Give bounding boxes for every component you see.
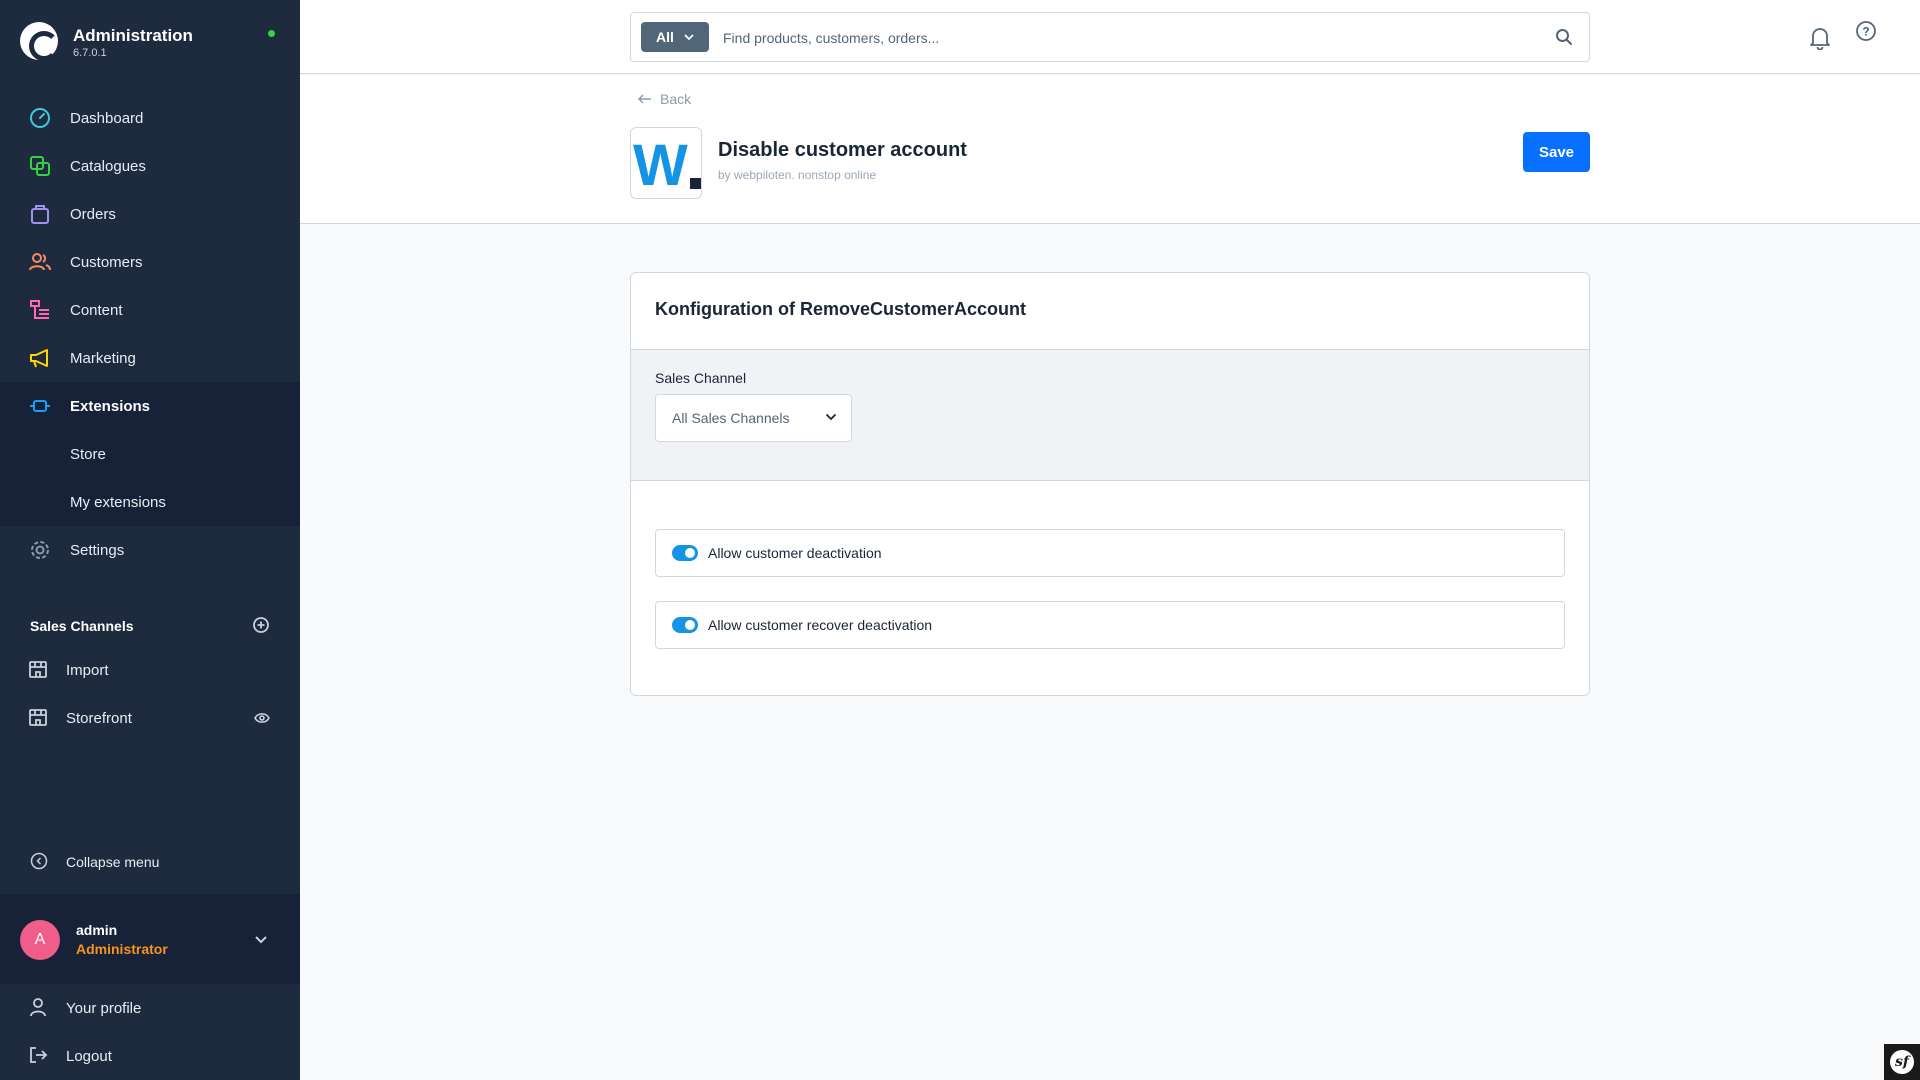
nav-item-dashboard[interactable]: Dashboard [0, 94, 300, 142]
nav-label: Extensions [70, 397, 151, 415]
allow-recover-toggle[interactable] [672, 617, 698, 633]
nav-label: Store [70, 445, 106, 463]
config-title: Konfiguration of RemoveCustomerAccount [655, 299, 1027, 319]
content-icon [28, 298, 52, 322]
storefront-icon [28, 707, 50, 729]
plugin-logo-dot [690, 178, 701, 189]
brand: Administration 6.7.0.1 [20, 20, 280, 68]
sales-channel-label: Sales Channel [655, 370, 747, 386]
back-label: Back [660, 91, 692, 107]
symfony-icon: sf [1890, 1050, 1914, 1074]
nav-item-content[interactable]: Content [0, 286, 300, 334]
plugin-logo: W [630, 127, 702, 199]
sales-channel-select[interactable]: All Sales Channels [655, 394, 852, 442]
global-search: All [630, 12, 1590, 62]
chevron-down-icon[interactable] [254, 932, 268, 950]
nav-label: Customers [70, 253, 143, 271]
nav-item-my-extensions[interactable]: My extensions [0, 478, 300, 526]
page-header: Back W Disable customer account by webpi… [300, 75, 1920, 224]
nav-item-extensions[interactable]: Extensions [0, 382, 300, 430]
sales-channel-label: Storefront [66, 709, 132, 727]
eye-icon[interactable] [254, 711, 270, 729]
logout-icon [28, 1045, 50, 1067]
help-icon[interactable]: ? [1855, 20, 1877, 47]
your-profile-link[interactable]: Your profile [0, 984, 300, 1032]
allow-deactivation-toggle[interactable] [672, 545, 698, 561]
plugin-logo-letter: W [633, 133, 688, 198]
avatar: A [20, 920, 60, 960]
sales-channel-import[interactable]: Import [0, 646, 300, 694]
nav-label: Settings [70, 541, 125, 559]
add-sales-channel-icon[interactable] [252, 616, 270, 637]
sales-channel-list: Import Storefront [0, 646, 300, 742]
dashboard-icon [28, 106, 52, 130]
bell-icon[interactable] [1809, 26, 1831, 55]
sales-channel-storefront[interactable]: Storefront [0, 694, 300, 742]
chevron-left-circle-icon [30, 852, 48, 873]
your-profile-label: Your profile [66, 999, 142, 1017]
brand-version: 6.7.0.1 [73, 47, 107, 59]
user-menu: Your profile Logout [0, 984, 300, 1080]
sidebar: Administration 6.7.0.1 Dashboard Catalog… [0, 0, 300, 1080]
nav-label: Dashboard [70, 109, 144, 127]
main-nav: Dashboard Catalogues Orders Customers Co… [0, 94, 300, 574]
search-icon[interactable] [1555, 28, 1573, 51]
megaphone-icon [28, 346, 52, 370]
nav-label: My extensions [70, 493, 166, 511]
toggle-label: Allow customer recover deactivation [708, 617, 933, 633]
toggle-row-recover: Allow customer recover deactivation [655, 601, 1565, 649]
toggle-row-deactivation: Allow customer deactivation [655, 529, 1565, 577]
top-bar: All ? [300, 0, 1920, 74]
svg-text:?: ? [1862, 25, 1869, 39]
symfony-toolbar-button[interactable]: sf [1884, 1044, 1920, 1080]
plug-icon [28, 394, 52, 418]
user-role: Administrator [76, 941, 168, 957]
status-dot-icon [268, 30, 275, 37]
nav-label: Catalogues [70, 157, 146, 175]
logout-link[interactable]: Logout [0, 1032, 300, 1080]
shopware-logo-icon[interactable] [20, 22, 59, 61]
sales-channel-label: Import [66, 661, 109, 679]
plugin-author: by webpiloten. nonstop online [718, 168, 877, 182]
page-title: Disable customer account [718, 139, 967, 161]
search-type-label: All [656, 29, 674, 45]
nav-item-settings[interactable]: Settings [0, 526, 300, 574]
nav-label: Marketing [70, 349, 136, 367]
logout-label: Logout [66, 1047, 112, 1065]
config-card: Konfiguration of RemoveCustomerAccount S… [630, 272, 1590, 696]
collapse-menu-label: Collapse menu [66, 854, 160, 870]
nav-item-catalogues[interactable]: Catalogues [0, 142, 300, 190]
nav-label: Content [70, 301, 123, 319]
users-icon [28, 250, 52, 274]
chevron-down-icon [825, 413, 837, 421]
sales-channels-header: Sales Channels [30, 614, 270, 638]
save-button[interactable]: Save [1523, 132, 1590, 172]
nav-item-marketing[interactable]: Marketing [0, 334, 300, 382]
nav-item-customers[interactable]: Customers [0, 238, 300, 286]
arrow-left-icon [638, 94, 651, 104]
extensions-submenu: Store My extensions [0, 430, 300, 526]
sales-channel-value: All Sales Channels [672, 410, 790, 426]
user-panel[interactable]: A admin Administrator [0, 894, 300, 984]
nav-item-orders[interactable]: Orders [0, 190, 300, 238]
catalogues-icon [28, 154, 52, 178]
sales-channels-heading: Sales Channels [30, 618, 134, 634]
gear-icon [28, 538, 52, 562]
search-input[interactable] [723, 25, 1523, 51]
nav-item-store[interactable]: Store [0, 430, 300, 478]
sales-channel-section: Sales Channel All Sales Channels [631, 349, 1589, 481]
storefront-icon [28, 659, 50, 681]
search-type-dropdown[interactable]: All [641, 22, 709, 52]
brand-title: Administration [73, 26, 193, 45]
collapse-menu-button[interactable]: Collapse menu [0, 838, 300, 886]
user-name: admin [76, 922, 118, 938]
toggle-label: Allow customer deactivation [708, 545, 882, 561]
chevron-down-icon [684, 33, 694, 40]
shopping-bag-icon [28, 202, 52, 226]
back-link[interactable]: Back [638, 91, 691, 107]
nav-label: Orders [70, 205, 116, 223]
user-icon [28, 997, 50, 1019]
